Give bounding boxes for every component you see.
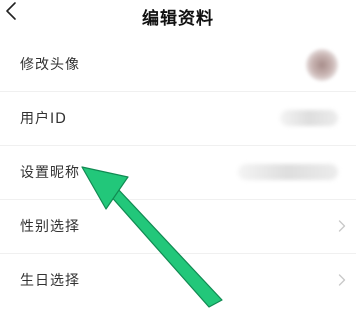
row-label: 修改头像 (20, 57, 80, 73)
row-birthday-select[interactable]: 生日选择 (0, 254, 356, 307)
row-change-avatar[interactable]: 修改头像 (0, 38, 356, 92)
profile-settings-list: 修改头像 用户ID 设置昵称 性别选择 生日选择 (0, 38, 356, 307)
page-title: 编辑资料 (142, 9, 214, 29)
row-label: 用户ID (20, 111, 67, 127)
user-id-value-blurred (280, 110, 338, 126)
top-navigation-bar: 编辑资料 (0, 0, 356, 34)
row-set-nickname[interactable]: 设置昵称 (0, 146, 356, 200)
row-label: 设置昵称 (20, 165, 80, 181)
chevron-right-icon (338, 274, 346, 286)
avatar[interactable] (306, 49, 338, 81)
row-label: 性别选择 (20, 219, 80, 235)
row-user-id[interactable]: 用户ID (0, 92, 356, 146)
row-label: 生日选择 (20, 273, 80, 289)
nickname-value-blurred (238, 164, 338, 180)
row-gender-select[interactable]: 性别选择 (0, 200, 356, 254)
chevron-right-icon (338, 220, 346, 232)
